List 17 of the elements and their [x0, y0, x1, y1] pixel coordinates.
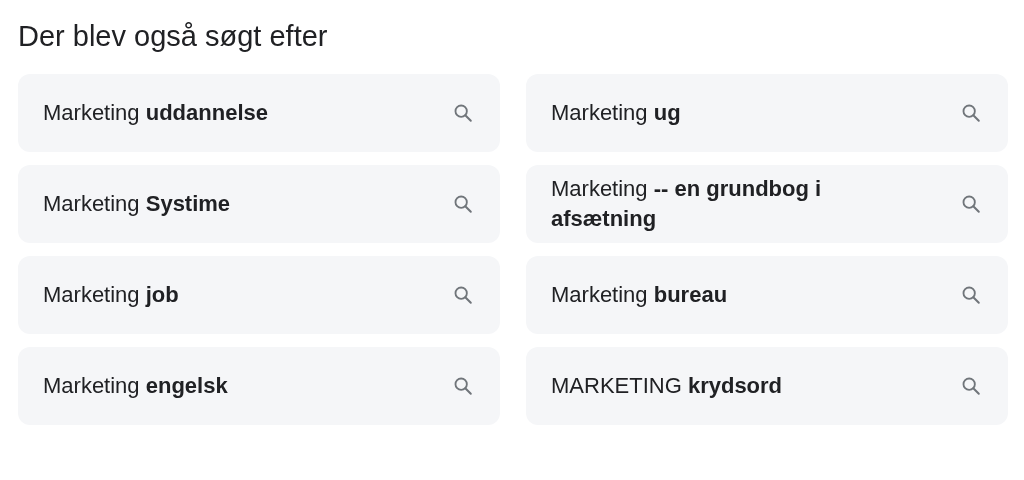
search-suggestion[interactable]: Marketing -- en grundbog i afsætning: [526, 165, 1008, 243]
search-icon: [960, 193, 982, 215]
search-suggestion[interactable]: Marketing bureau: [526, 256, 1008, 334]
search-icon: [452, 375, 474, 397]
search-icon: [960, 375, 982, 397]
search-suggestion[interactable]: Marketing uddannelse: [18, 74, 500, 152]
search-suggestion[interactable]: Marketing Systime: [18, 165, 500, 243]
search-icon: [452, 193, 474, 215]
section-heading: Der blev også søgt efter: [18, 19, 329, 54]
search-suggestion[interactable]: Marketing ug: [526, 74, 1008, 152]
search-suggestion[interactable]: MARKETING krydsord: [526, 347, 1008, 425]
search-suggestion[interactable]: Marketing job: [18, 256, 500, 334]
search-icon: [452, 284, 474, 306]
search-icon: [960, 284, 982, 306]
search-icon: [960, 102, 982, 124]
search-suggestion[interactable]: Marketing engelsk: [18, 347, 500, 425]
search-icon: [452, 102, 474, 124]
